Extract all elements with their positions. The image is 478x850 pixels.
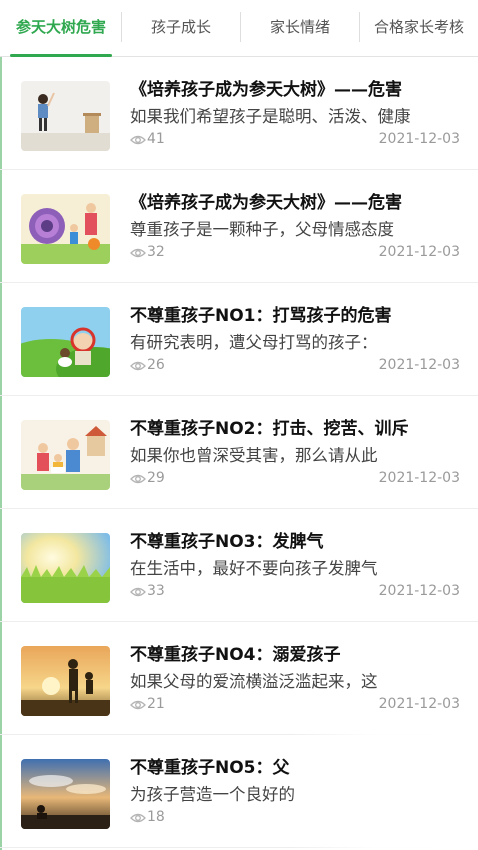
article-title: 不尊重孩子NO5：父 xyxy=(130,758,290,778)
tab-hege-jiazhang-kaohe[interactable]: 合格家长考核 xyxy=(360,0,478,56)
article-meta: 18 xyxy=(130,809,460,829)
view-count: 21 xyxy=(147,696,165,712)
article-title: 不尊重孩子NO2：打击、挖苦、训斥 xyxy=(130,419,409,439)
view-count: 29 xyxy=(147,470,165,486)
view-count: 33 xyxy=(147,583,165,599)
tab-cantian-dashu-weihai[interactable]: 参天大树危害 xyxy=(6,0,116,57)
article-title: 不尊重孩子NO3：发脾气 xyxy=(130,532,324,552)
article-item[interactable]: 不尊重孩子NO2：打击、挖苦、训斥 如果你也曾深受其害，那么请从此 29 202… xyxy=(0,396,478,509)
article-title: 不尊重孩子NO1：打骂孩子的危害 xyxy=(130,306,392,326)
sunset-silhouette-image xyxy=(21,646,110,716)
tab-jiazhang-qingxu[interactable]: 家长情绪 xyxy=(241,0,359,56)
article-item[interactable]: 不尊重孩子NO1：打骂孩子的危害 有研究表明，遭父母打骂的孩子： 26 2021… xyxy=(0,283,478,396)
article-item[interactable]: 《培养孩子成为参天大树》——危害 如果我们希望孩子是聪明、活泼、健康 41 20… xyxy=(0,57,478,170)
sky-sunset-image xyxy=(21,759,110,829)
publish-date: 2021-12-03 xyxy=(378,696,460,712)
category-tabs: 参天大树危害 孩子成长 家长情绪 合格家长考核 xyxy=(0,0,478,57)
article-meta: 26 2021-12-03 xyxy=(130,357,460,377)
article-meta: 41 2021-12-03 xyxy=(130,131,460,151)
publish-date: 2021-12-03 xyxy=(378,470,460,486)
eye-icon xyxy=(130,135,146,145)
eye-icon xyxy=(130,700,146,710)
article-list: 《培养孩子成为参天大树》——危害 如果我们希望孩子是聪明、活泼、健康 41 20… xyxy=(0,57,478,848)
tab-haizi-chengzhang[interactable]: 孩子成长 xyxy=(122,0,240,56)
view-count: 41 xyxy=(147,131,165,147)
article-item[interactable]: 不尊重孩子NO4：溺爱孩子 如果父母的爱流横溢泛滥起来，这 21 2021-12… xyxy=(0,622,478,735)
article-title: 不尊重孩子NO4：溺爱孩子 xyxy=(130,645,341,665)
child-at-wall-image xyxy=(21,81,110,151)
article-summary: 尊重孩子是一颗种子，父母情感态度 xyxy=(130,220,394,239)
eye-icon xyxy=(130,474,146,484)
article-item[interactable]: 不尊重孩子NO3：发脾气 在生活中，最好不要向孩子发脾气 33 2021-12-… xyxy=(0,509,478,622)
publish-date: 2021-12-03 xyxy=(378,244,460,260)
eye-icon xyxy=(130,813,146,823)
article-meta: 21 2021-12-03 xyxy=(130,696,460,716)
sunlit-grass-image xyxy=(21,533,110,603)
eye-icon xyxy=(130,248,146,258)
cartoon-meadow-image xyxy=(21,307,110,377)
article-meta: 32 2021-12-03 xyxy=(130,244,460,264)
article-meta: 33 2021-12-03 xyxy=(130,583,460,603)
article-item[interactable]: 不尊重孩子NO5：父 为孩子营造一个良好的 18 xyxy=(0,735,478,848)
view-count: 32 xyxy=(147,244,165,260)
article-summary: 为孩子营造一个良好的 xyxy=(130,785,295,804)
article-item[interactable]: 《培养孩子成为参天大树》——危害 尊重孩子是一颗种子，父母情感态度 32 202… xyxy=(0,170,478,283)
article-title: 《培养孩子成为参天大树》——危害 xyxy=(130,193,402,213)
article-summary: 在生活中，最好不要向孩子发脾气 xyxy=(130,559,378,578)
article-summary: 如果我们希望孩子是聪明、活泼、健康 xyxy=(130,107,411,126)
publish-date: 2021-12-03 xyxy=(378,357,460,373)
publish-date: 2021-12-03 xyxy=(378,131,460,147)
family-cartoon-image xyxy=(21,194,110,264)
article-summary: 如果父母的爱流横溢泛滥起来，这 xyxy=(130,672,378,691)
family-reading-image xyxy=(21,420,110,490)
article-summary: 有研究表明，遭父母打骂的孩子： xyxy=(130,333,378,352)
article-title: 《培养孩子成为参天大树》——危害 xyxy=(130,80,402,100)
view-count: 18 xyxy=(147,809,165,825)
eye-icon xyxy=(130,587,146,597)
eye-icon xyxy=(130,361,146,371)
view-count: 26 xyxy=(147,357,165,373)
publish-date: 2021-12-03 xyxy=(378,583,460,599)
article-summary: 如果你也曾深受其害，那么请从此 xyxy=(130,446,378,465)
article-meta: 29 2021-12-03 xyxy=(130,470,460,490)
